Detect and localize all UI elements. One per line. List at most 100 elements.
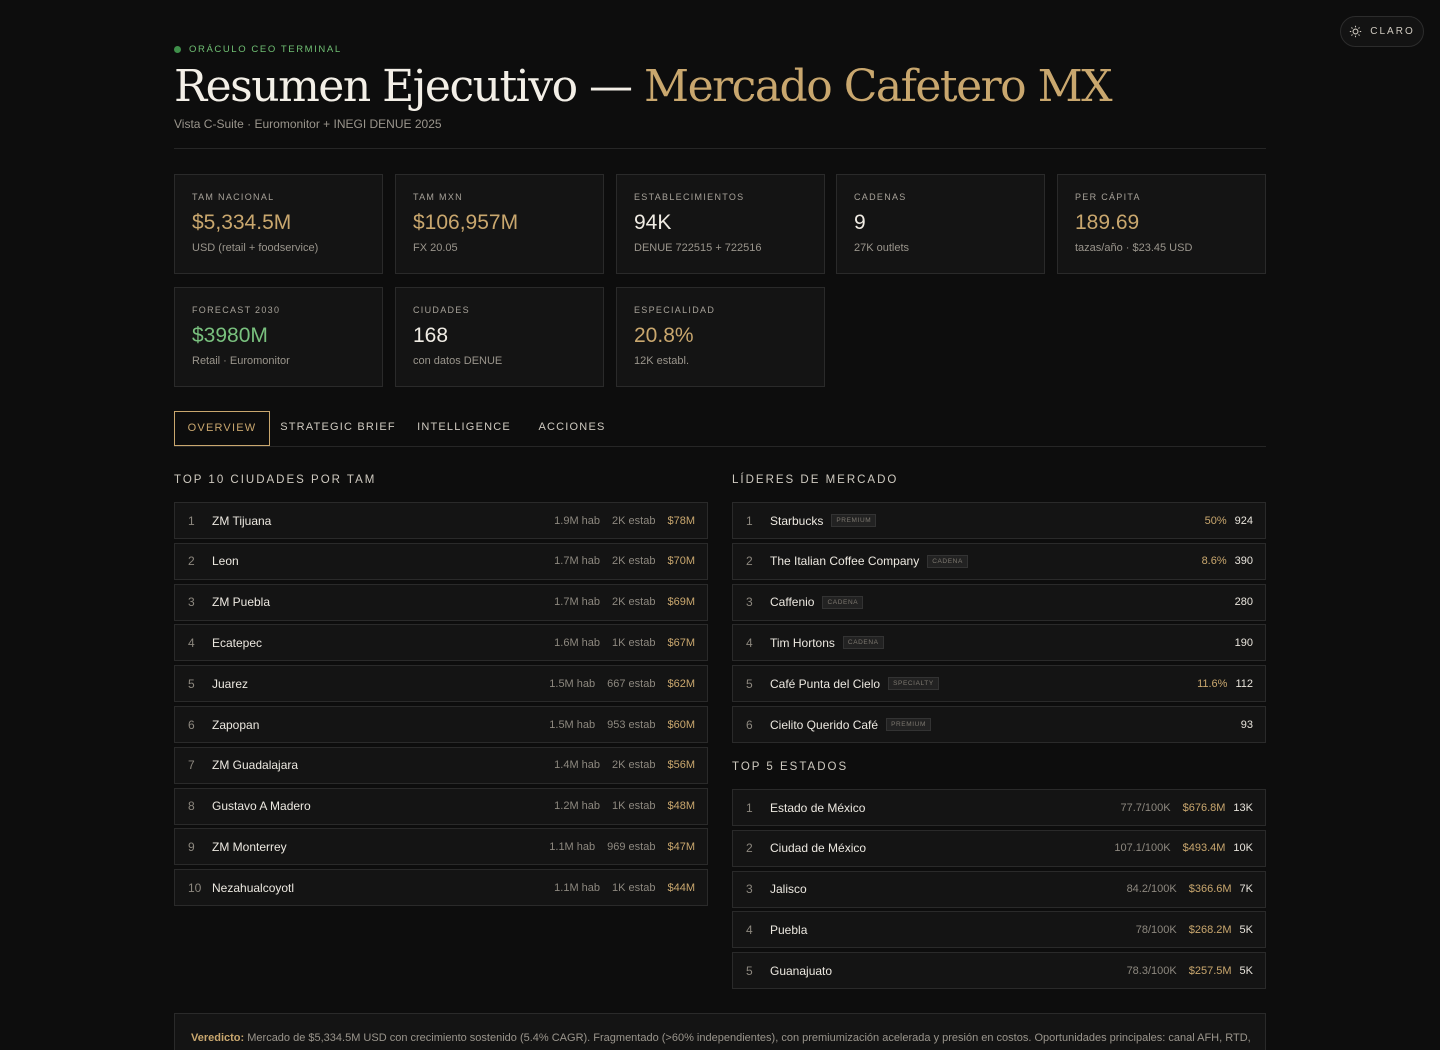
city-name-text: Leon xyxy=(212,554,239,569)
city-name-text: Juarez xyxy=(212,676,249,691)
eyebrow-label: ORÁCULO CEO TERMINAL xyxy=(189,44,342,55)
tab-acciones[interactable]: ACCIONES xyxy=(532,411,612,446)
city-population: 1.7M hab xyxy=(554,596,601,609)
city-name: Gustavo A Madero xyxy=(212,799,311,813)
city-row[interactable]: 2 Leon 1.7M hab 2K estab $70M xyxy=(174,542,708,580)
sun-icon xyxy=(1350,25,1362,38)
row-rank: 8 xyxy=(188,799,195,814)
verdict-label: Veredicto: xyxy=(191,1032,245,1044)
leader-row[interactable]: 1 Starbucks PREMIUM 50% 924 xyxy=(732,502,1266,539)
city-establishments: 667 estab xyxy=(607,677,656,690)
leader-name-text: Starbucks xyxy=(770,513,824,528)
kpi-value: 20.8% xyxy=(634,324,694,347)
city-row[interactable]: 10 Nezahualcoyotl 1.1M hab 1K estab $44M xyxy=(174,869,708,907)
state-tam: $268.2M xyxy=(1188,923,1232,936)
city-establishments: 2K estab xyxy=(612,514,656,527)
city-population: 1.4M hab xyxy=(554,759,601,772)
kpi-sub: 12K establ. xyxy=(634,355,690,367)
segment-badge: CADENA xyxy=(822,595,864,609)
state-name: Ciudad de México xyxy=(770,841,866,855)
segment-badge: CADENA xyxy=(842,636,884,650)
city-row[interactable]: 5 Juarez 1.5M hab 667 estab $62M xyxy=(174,665,708,703)
state-row[interactable]: 2 Ciudad de México 107.1/100K $493.4M 10K xyxy=(732,829,1266,867)
kpi-sub: DENUE 722515 + 722516 xyxy=(634,242,762,254)
row-rank: 2 xyxy=(746,554,753,569)
kpi-sub: tazas/año · $23.45 USD xyxy=(1075,242,1193,254)
row-rank: 1 xyxy=(746,513,753,528)
city-establishments: 2K estab xyxy=(612,596,656,609)
state-name: Estado de México xyxy=(770,801,865,815)
leader-outlets: 93 xyxy=(1240,718,1253,731)
leader-name: Tim Hortons CADENA xyxy=(770,636,884,650)
tab-overview[interactable]: OVERVIEW xyxy=(174,411,270,446)
city-row[interactable]: 6 Zapopan 1.5M hab 953 estab $60M xyxy=(174,706,708,743)
kpi-sub: FX 20.05 xyxy=(413,242,458,254)
tab-intelligence[interactable]: INTELLIGENCE xyxy=(414,411,514,446)
row-rank: 4 xyxy=(746,922,753,937)
city-name-text: Nezahualcoyotl xyxy=(212,880,295,895)
state-row[interactable]: 4 Puebla 78/100K $268.2M 5K xyxy=(732,911,1266,949)
city-row[interactable]: 8 Gustavo A Madero 1.2M hab 1K estab $48M xyxy=(174,787,708,825)
kpi-label: CADENAS xyxy=(854,192,907,202)
leader-name-text: Café Punta del Cielo xyxy=(770,676,881,691)
theme-toggle-button[interactable]: CLARO xyxy=(1340,16,1424,47)
row-rank: 1 xyxy=(188,513,195,528)
leader-share: 11.6% xyxy=(1197,677,1228,690)
state-name: Puebla xyxy=(770,923,807,937)
kpi-card-forecast: FORECAST 2030 $3980M Retail · Euromonito… xyxy=(174,287,383,387)
page-title-accent: Mercado Cafetero MX xyxy=(644,61,1112,112)
city-name-text: ZM Guadalajara xyxy=(212,758,299,773)
kpi-label: ESPECIALIDAD xyxy=(634,305,716,315)
kpi-sub: 27K outlets xyxy=(854,242,910,254)
city-name: Nezahualcoyotl xyxy=(212,881,294,895)
leader-name: Cielito Querido Café PREMIUM xyxy=(770,718,931,732)
leader-row[interactable]: 5 Café Punta del Cielo SPECIALTY 11.6% 112 xyxy=(732,665,1266,703)
leader-share: 8.6% xyxy=(1201,555,1227,568)
state-row[interactable]: 3 Jalisco 84.2/100K $366.6M 7K xyxy=(732,870,1266,908)
leader-name-text: Tim Hortons xyxy=(770,635,835,650)
verdict-box: Veredicto: Mercado de $5,334.5M USD con … xyxy=(174,1013,1266,1050)
row-rank: 3 xyxy=(746,882,753,897)
kpi-card-establecimientos: ESTABLECIMIENTOS 94K DENUE 722515 + 7225… xyxy=(616,174,825,274)
city-row[interactable]: 7 ZM Guadalajara 1.4M hab 2K estab $56M xyxy=(174,746,708,784)
state-tam: $366.6M xyxy=(1188,883,1232,896)
city-population: 1.6M hab xyxy=(554,636,601,649)
city-establishments: 953 estab xyxy=(607,718,656,731)
city-tam: $62M xyxy=(667,677,695,690)
row-rank: 5 xyxy=(188,676,195,691)
leader-row[interactable]: 2 The Italian Coffee Company CADENA 8.6% 390 xyxy=(732,542,1266,580)
city-population: 1.9M hab xyxy=(554,514,601,527)
state-name-text: Jalisco xyxy=(770,882,807,897)
row-rank: 7 xyxy=(188,758,195,773)
cities-section-title: TOP 10 CIUDADES POR TAM xyxy=(174,474,377,486)
verdict-text: Mercado de $5,334.5M USD con crecimiento… xyxy=(244,1032,1251,1044)
state-row[interactable]: 5 Guanajuato 78.3/100K $257.5M 5K xyxy=(732,952,1266,990)
leader-name: Café Punta del Cielo SPECIALTY xyxy=(770,677,939,691)
state-density: 107.1/100K xyxy=(1114,842,1171,855)
city-row[interactable]: 4 Ecatepec 1.6M hab 1K estab $67M xyxy=(174,624,708,662)
leader-row[interactable]: 6 Cielito Querido Café PREMIUM 93 xyxy=(732,706,1266,743)
city-name-text: ZM Tijuana xyxy=(212,513,272,528)
leader-row[interactable]: 4 Tim Hortons CADENA 190 xyxy=(732,624,1266,662)
leader-share: 50% xyxy=(1204,514,1227,527)
city-row[interactable]: 9 ZM Monterrey 1.1M hab 969 estab $47M xyxy=(174,828,708,866)
city-population: 1.2M hab xyxy=(554,800,601,813)
city-name: ZM Guadalajara xyxy=(212,758,298,772)
city-name-text: Ecatepec xyxy=(212,635,263,650)
city-tam: $56M xyxy=(667,759,695,772)
segment-badge: PREMIUM xyxy=(831,514,877,527)
tab-strategic-brief[interactable]: STRATEGIC BRIEF xyxy=(280,411,396,446)
state-row[interactable]: 1 Estado de México 77.7/100K $676.8M 13K xyxy=(732,789,1266,826)
row-rank: 4 xyxy=(188,635,195,650)
kpi-label: FORECAST 2030 xyxy=(192,305,281,315)
leader-row[interactable]: 3 Caffenio CADENA 280 xyxy=(732,583,1266,621)
city-row[interactable]: 3 ZM Puebla 1.7M hab 2K estab $69M xyxy=(174,583,708,621)
kpi-card-ciudades: CIUDADES 168 con datos DENUE xyxy=(395,287,604,387)
kpi-sub: Retail · Euromonitor xyxy=(192,355,290,367)
kpi-card-tam-nacional: TAM NACIONAL $5,334.5M USD (retail + foo… xyxy=(174,174,383,274)
state-tam: $493.4M xyxy=(1182,842,1226,855)
row-rank: 6 xyxy=(188,717,195,732)
row-rank: 10 xyxy=(188,880,202,895)
city-row[interactable]: 1 ZM Tijuana 1.9M hab 2K estab $78M xyxy=(174,502,708,539)
state-tam: $257.5M xyxy=(1188,964,1232,977)
